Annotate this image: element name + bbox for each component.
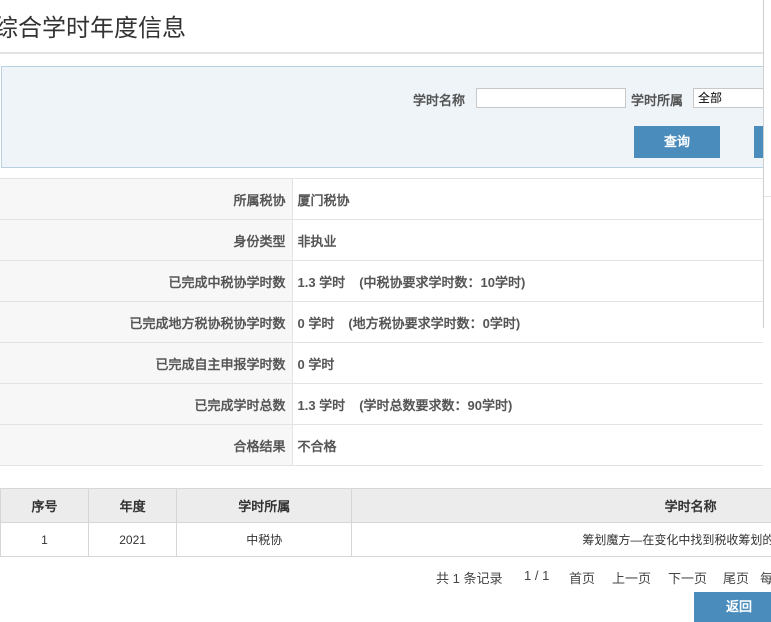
query-button[interactable]: 查询 bbox=[634, 126, 720, 158]
info-label: 所属税协 bbox=[0, 179, 292, 220]
info-note: (中税协要求学时数：10学时) bbox=[359, 275, 525, 290]
cell-year: 2021 bbox=[89, 523, 177, 557]
back-button[interactable]: 返回 bbox=[694, 592, 771, 622]
cell-belong: 中税协 bbox=[177, 523, 352, 557]
pager-pages: 1 / 1 bbox=[524, 568, 549, 583]
belong-select[interactable]: 全部 bbox=[693, 88, 771, 108]
side-panel bbox=[763, 0, 771, 328]
pager-total: 共 1 条记录 bbox=[436, 568, 502, 587]
info-row: 已完成地方税协税协学时数 0 学时(地方税协要求学时数：0学时) bbox=[0, 302, 763, 343]
info-label: 已完成中税协学时数 bbox=[0, 261, 292, 302]
info-label: 已完成学时总数 bbox=[0, 384, 292, 425]
info-row: 身份类型 非执业 bbox=[0, 220, 763, 261]
info-label: 合格结果 bbox=[0, 425, 292, 466]
course-table: 序号 年度 学时所属 学时名称 1 2021 中税协 筹划魔方—在变化中找到税收… bbox=[0, 488, 771, 557]
search-panel: 学时名称 学时所属 全部 查询 bbox=[1, 66, 771, 168]
col-header-belong: 学时所属 bbox=[177, 489, 352, 523]
info-value: 0 学时(地方税协要求学时数：0学时) bbox=[292, 302, 763, 343]
info-label: 已完成地方税协税协学时数 bbox=[0, 302, 292, 343]
pager-per-page: 每 bbox=[760, 568, 771, 587]
name-label: 学时名称 bbox=[413, 90, 465, 109]
info-table: 所属税协 厦门税协 身份类型 非执业 已完成中税协学时数 1.3 学时(中税协要… bbox=[0, 178, 763, 466]
info-row: 已完成学时总数 1.3 学时(学时总数要求数：90学时) bbox=[0, 384, 763, 425]
pager-prev[interactable]: 上一页 bbox=[612, 568, 651, 587]
title-divider bbox=[0, 52, 771, 54]
info-label: 身份类型 bbox=[0, 220, 292, 261]
info-row: 所属税协 厦门税协 bbox=[0, 179, 763, 220]
col-header-year: 年度 bbox=[89, 489, 177, 523]
info-row: 合格结果 不合格 bbox=[0, 425, 763, 466]
info-note: (学时总数要求数：90学时) bbox=[359, 398, 512, 413]
cell-name[interactable]: 筹划魔方—在变化中找到税收筹划的 bbox=[352, 523, 771, 557]
cell-index: 1 bbox=[1, 523, 89, 557]
info-row: 已完成中税协学时数 1.3 学时(中税协要求学时数：10学时) bbox=[0, 261, 763, 302]
result-value: 不合格 bbox=[292, 425, 763, 466]
table-header-row: 序号 年度 学时所属 学时名称 bbox=[1, 489, 771, 523]
belong-label: 学时所属 bbox=[631, 90, 683, 109]
info-note: (地方税协要求学时数：0学时) bbox=[348, 316, 520, 331]
info-row: 已完成自主申报学时数 0 学时 bbox=[0, 343, 763, 384]
info-value: 厦门税协 bbox=[292, 179, 763, 220]
col-header-index: 序号 bbox=[1, 489, 89, 523]
pager-next[interactable]: 下一页 bbox=[668, 568, 707, 587]
col-header-name: 学时名称 bbox=[352, 489, 771, 523]
pager-last[interactable]: 尾页 bbox=[723, 568, 749, 587]
belong-select-value: 全部 bbox=[698, 91, 722, 105]
pager-first[interactable]: 首页 bbox=[569, 568, 595, 587]
info-value: 非执业 bbox=[292, 220, 763, 261]
info-value: 1.3 学时(学时总数要求数：90学时) bbox=[292, 384, 763, 425]
table-row[interactable]: 1 2021 中税协 筹划魔方—在变化中找到税收筹划的 bbox=[1, 523, 771, 557]
side-panel-divider bbox=[764, 196, 771, 197]
info-label: 已完成自主申报学时数 bbox=[0, 343, 292, 384]
info-value: 0 学时 bbox=[292, 343, 763, 384]
page-title: 综合学时年度信息 bbox=[0, 8, 186, 43]
info-value: 1.3 学时(中税协要求学时数：10学时) bbox=[292, 261, 763, 302]
course-name-input[interactable] bbox=[476, 88, 626, 108]
